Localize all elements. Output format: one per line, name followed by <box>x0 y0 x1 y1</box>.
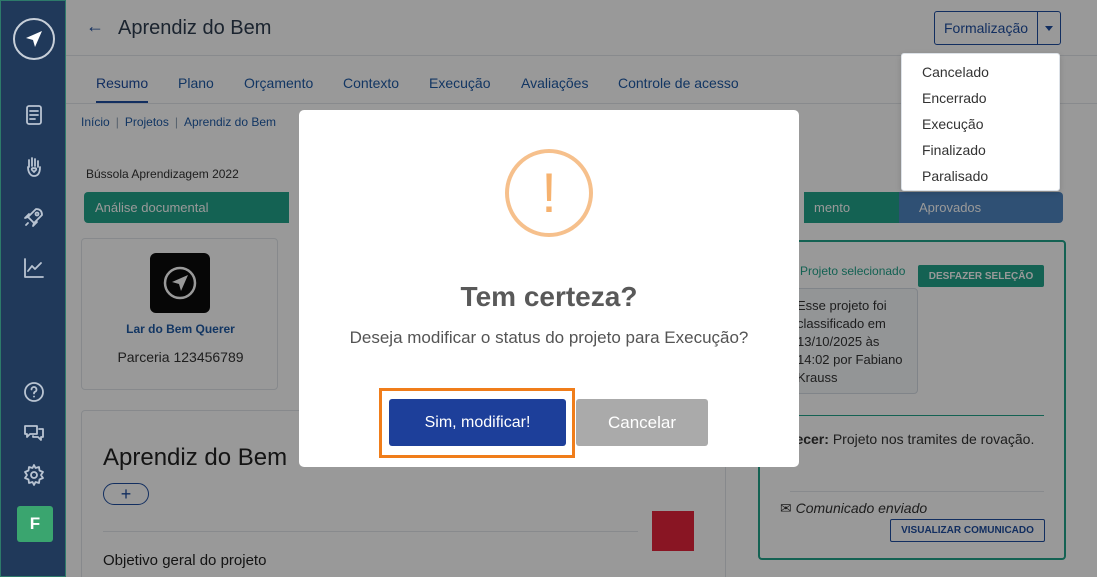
confirm-dialog: ! Tem certeza? Deseja modificar o status… <box>299 110 799 467</box>
confirm-button[interactable]: Sim, modificar! <box>389 399 566 446</box>
dropdown-item-paralisado[interactable]: Paralisado <box>922 168 988 184</box>
settings-icon[interactable] <box>20 461 48 489</box>
document-icon[interactable] <box>20 101 48 129</box>
chat-icon[interactable] <box>20 419 48 447</box>
user-avatar[interactable]: F <box>17 506 53 542</box>
hand-heart-icon[interactable] <box>20 153 48 181</box>
dropdown-item-encerrado[interactable]: Encerrado <box>922 90 987 106</box>
chart-line-icon[interactable] <box>20 254 48 282</box>
sidebar: F <box>0 0 66 577</box>
status-dropdown-menu: Cancelado Encerrado Execução Finalizado … <box>901 53 1060 191</box>
rocket-icon[interactable] <box>20 203 48 231</box>
dropdown-item-finalizado[interactable]: Finalizado <box>922 142 986 158</box>
warning-icon: ! <box>505 149 593 237</box>
dialog-title: Tem certeza? <box>460 281 638 312</box>
dropdown-item-cancelado[interactable]: Cancelado <box>922 64 989 80</box>
cancel-button[interactable]: Cancelar <box>576 399 708 446</box>
dialog-message: Deseja modificar o status do projeto par… <box>349 328 749 347</box>
help-icon[interactable] <box>20 378 48 406</box>
dropdown-item-execucao[interactable]: Execução <box>922 116 983 132</box>
app-logo-icon[interactable] <box>13 18 55 60</box>
